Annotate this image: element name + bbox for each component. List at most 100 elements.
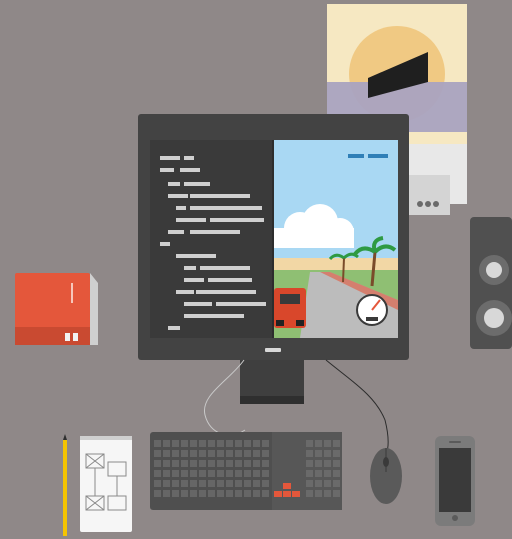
code-line [190,230,240,234]
keyboard-key [315,440,322,447]
keyboard-key [315,470,322,477]
keyboard-key [253,480,260,487]
code-line [200,266,250,270]
code-line [168,194,188,198]
code-line [184,266,196,270]
code-line [208,278,252,282]
keyboard-key [306,450,313,457]
keyboard-key [208,460,215,467]
keyboard-key [199,460,206,467]
code-editor-panel [150,140,274,338]
keyboard-key [154,450,161,457]
keyboard-key [172,480,179,487]
keyboard-key [208,470,215,477]
keyboard-key [172,470,179,477]
code-line [216,302,266,306]
keyboard-key [172,460,179,467]
keyboard-key [181,450,188,457]
desk-scene [0,0,512,539]
keyboard-key [226,440,233,447]
keyboard-key [226,480,233,487]
keyboard-key [244,440,251,447]
code-line [196,290,256,294]
keyboard-key [315,460,322,467]
keyboard-key [306,460,313,467]
keyboard-key [217,440,224,447]
code-line [160,168,174,172]
keyboard-key [262,490,269,497]
keyboard-key [163,480,170,487]
code-line [176,254,216,258]
keyboard-key [333,440,340,447]
keyboard-key [226,450,233,457]
keyboard-key [154,440,161,447]
code-line [176,290,194,294]
keyboard-key [262,450,269,457]
keyboard-key [226,460,233,467]
keyboard-key [199,480,206,487]
keyboard [150,432,342,510]
sketch-notepad [80,436,132,532]
keyboard-key [181,480,188,487]
keyboard-key [163,470,170,477]
keyboard-key [333,470,340,477]
keyboard-key [226,490,233,497]
keyboard-key [235,450,242,457]
keyboard-key [181,490,188,497]
keyboard-key [217,460,224,467]
race-car [274,288,306,328]
keyboard-key [315,450,322,457]
red-book [15,273,98,345]
keyboard-key [253,440,260,447]
keyboard-key [253,460,260,467]
keyboard-key [154,490,161,497]
keyboard-key [262,440,269,447]
keyboard-key [306,440,313,447]
keyboard-key [199,450,206,457]
keyboard-key [315,480,322,487]
monitor-power-button[interactable] [265,348,281,352]
keyboard-key [217,470,224,477]
keyboard-key [244,450,251,457]
keyboard-key [244,480,251,487]
keyboard-key [190,470,197,477]
code-line [160,242,170,246]
code-line [176,218,206,222]
keyboard-key [253,470,260,477]
keyboard-key [253,450,260,457]
keyboard-key [333,480,340,487]
code-line [190,194,250,198]
code-line [168,230,184,234]
smartphone [435,436,475,526]
keyboard-key [244,470,251,477]
keyboard-key [163,460,170,467]
racing-game-panel [274,140,398,338]
speedometer-icon [356,294,388,326]
code-line [168,182,180,186]
keyboard-key [163,440,170,447]
keyboard-key [244,490,251,497]
pencil [63,434,67,536]
keyboard-key [199,490,206,497]
keyboard-key [217,490,224,497]
keyboard-key [181,460,188,467]
code-line [184,278,204,282]
keyboard-key [235,470,242,477]
keyboard-key [208,490,215,497]
keyboard-key [324,470,331,477]
keyboard-key [190,460,197,467]
keyboard-key [199,440,206,447]
code-line [184,182,210,186]
keyboard-key [163,450,170,457]
code-line [168,326,180,330]
keyboard-key [217,450,224,457]
code-line [184,156,194,160]
keyboard-key [154,470,161,477]
keyboard-key [154,480,161,487]
keyboard-key [324,460,331,467]
keyboard-key [324,480,331,487]
keyboard-key [235,480,242,487]
keyboard-key [324,490,331,497]
keyboard-key [154,460,161,467]
keyboard-key [181,470,188,477]
